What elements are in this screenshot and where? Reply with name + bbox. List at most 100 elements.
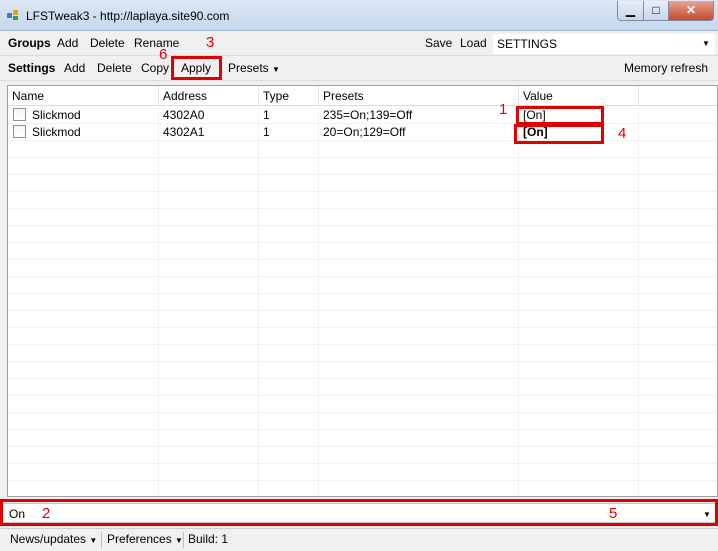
memory-refresh-button[interactable]: Memory refresh xyxy=(624,61,708,75)
groups-rename-button[interactable]: Rename xyxy=(134,36,179,50)
empty-cell xyxy=(159,345,259,361)
empty-cell xyxy=(319,311,519,327)
empty-cell xyxy=(8,243,159,259)
empty-cell xyxy=(319,379,519,395)
empty-cell xyxy=(8,396,159,412)
empty-cell xyxy=(259,294,319,310)
name-cell[interactable]: Slickmod xyxy=(8,124,159,140)
column-header-name[interactable]: Name xyxy=(8,86,159,105)
empty-cell xyxy=(159,362,259,378)
chevron-down-icon: ▼ xyxy=(89,536,98,545)
empty-cell xyxy=(8,175,159,191)
column-header-type[interactable]: Type xyxy=(259,86,319,105)
empty-cell xyxy=(159,311,259,327)
empty-cell xyxy=(319,345,519,361)
settings-delete-button[interactable]: Delete xyxy=(97,61,132,75)
address-cell[interactable]: 4302A1 xyxy=(159,124,259,140)
empty-cell xyxy=(519,277,639,293)
empty-cell xyxy=(159,260,259,276)
empty-cell xyxy=(159,277,259,293)
name-cell[interactable]: Slickmod xyxy=(8,107,159,123)
empty-cell xyxy=(519,345,639,361)
empty-cell xyxy=(519,328,639,344)
empty-row xyxy=(8,481,717,496)
news-updates-label: News/updates xyxy=(10,532,87,546)
news-updates-menu[interactable]: News/updates ▼ xyxy=(10,532,97,546)
column-header-value[interactable]: Value xyxy=(519,86,639,105)
preferences-label: Preferences xyxy=(107,532,172,546)
empty-cell xyxy=(639,362,717,378)
maximize-button[interactable]: □ xyxy=(643,1,669,21)
group-select[interactable]: SETTINGS ▼ xyxy=(493,34,715,54)
app-window: LFSTweak3 - http://laplaya.site90.com ▁ … xyxy=(0,0,718,551)
empty-cell xyxy=(519,447,639,463)
empty-row xyxy=(8,260,717,277)
presets-menu-button[interactable]: Presets ▼ xyxy=(228,61,280,75)
empty-cell xyxy=(319,430,519,446)
empty-cell xyxy=(159,243,259,259)
minimize-button[interactable]: ▁ xyxy=(617,1,644,21)
empty-cell xyxy=(8,447,159,463)
empty-cell xyxy=(159,481,259,496)
title-bar: LFSTweak3 - http://laplaya.site90.com ▁ … xyxy=(0,0,718,31)
empty-row xyxy=(8,328,717,345)
close-button[interactable]: ✕ xyxy=(668,1,714,21)
empty-cell xyxy=(159,158,259,174)
build-label: Build: 1 xyxy=(188,532,229,546)
empty-row xyxy=(8,379,717,396)
row-checkbox[interactable] xyxy=(13,125,26,139)
empty-cell xyxy=(319,226,519,242)
empty-cell xyxy=(8,141,159,157)
empty-cell xyxy=(8,226,159,242)
groups-delete-button[interactable]: Delete xyxy=(90,36,125,50)
table-row[interactable]: Slickmod 4302A0 1 235=On;139=Off [On] xyxy=(8,107,717,124)
empty-cell xyxy=(639,396,717,412)
empty-cell xyxy=(259,277,319,293)
type-cell[interactable]: 1 xyxy=(259,124,319,140)
type-cell[interactable]: 1 xyxy=(259,107,319,123)
table-row[interactable]: Slickmod 4302A1 1 20=On;129=Off [On] xyxy=(8,124,717,141)
address-cell[interactable]: 4302A0 xyxy=(159,107,259,123)
groups-add-button[interactable]: Add xyxy=(57,36,78,50)
empty-cell xyxy=(639,124,717,140)
empty-row xyxy=(8,396,717,413)
column-header-presets[interactable]: Presets xyxy=(319,86,519,105)
empty-cell xyxy=(8,379,159,395)
empty-cell xyxy=(8,328,159,344)
empty-cell xyxy=(159,226,259,242)
empty-cell xyxy=(519,294,639,310)
empty-cell xyxy=(8,277,159,293)
empty-cell xyxy=(319,396,519,412)
empty-cell xyxy=(319,209,519,225)
empty-cell xyxy=(8,481,159,496)
presets-cell[interactable]: 235=On;139=Off xyxy=(319,107,519,123)
preferences-menu[interactable]: Preferences ▼ xyxy=(107,532,183,546)
value-select-text: On xyxy=(9,507,26,521)
empty-cell xyxy=(639,413,717,429)
value-cell[interactable]: [On] xyxy=(519,107,639,123)
settings-copy-button[interactable]: Copy xyxy=(141,61,169,75)
row-checkbox[interactable] xyxy=(13,108,26,122)
chevron-down-icon: ▼ xyxy=(272,65,280,74)
empty-cell xyxy=(319,447,519,463)
empty-row xyxy=(8,345,717,362)
empty-cell xyxy=(639,175,717,191)
empty-cell xyxy=(519,311,639,327)
chevron-down-icon: ▼ xyxy=(703,510,711,519)
groups-save-button[interactable]: Save xyxy=(425,36,452,50)
minimize-icon: ▁ xyxy=(625,3,636,17)
empty-cell xyxy=(639,345,717,361)
empty-row xyxy=(8,243,717,260)
empty-cell xyxy=(259,362,319,378)
empty-cell xyxy=(259,158,319,174)
presets-cell[interactable]: 20=On;129=Off xyxy=(319,124,519,140)
grid-header: Name Address Type Presets Value xyxy=(8,86,717,106)
maximize-icon: □ xyxy=(652,3,660,17)
empty-cell xyxy=(8,362,159,378)
settings-add-button[interactable]: Add xyxy=(64,61,85,75)
empty-cell xyxy=(319,243,519,259)
settings-apply-button[interactable]: Apply xyxy=(181,61,211,75)
column-header-address[interactable]: Address xyxy=(159,86,259,105)
empty-cell xyxy=(259,413,319,429)
groups-load-button[interactable]: Load xyxy=(460,36,487,50)
